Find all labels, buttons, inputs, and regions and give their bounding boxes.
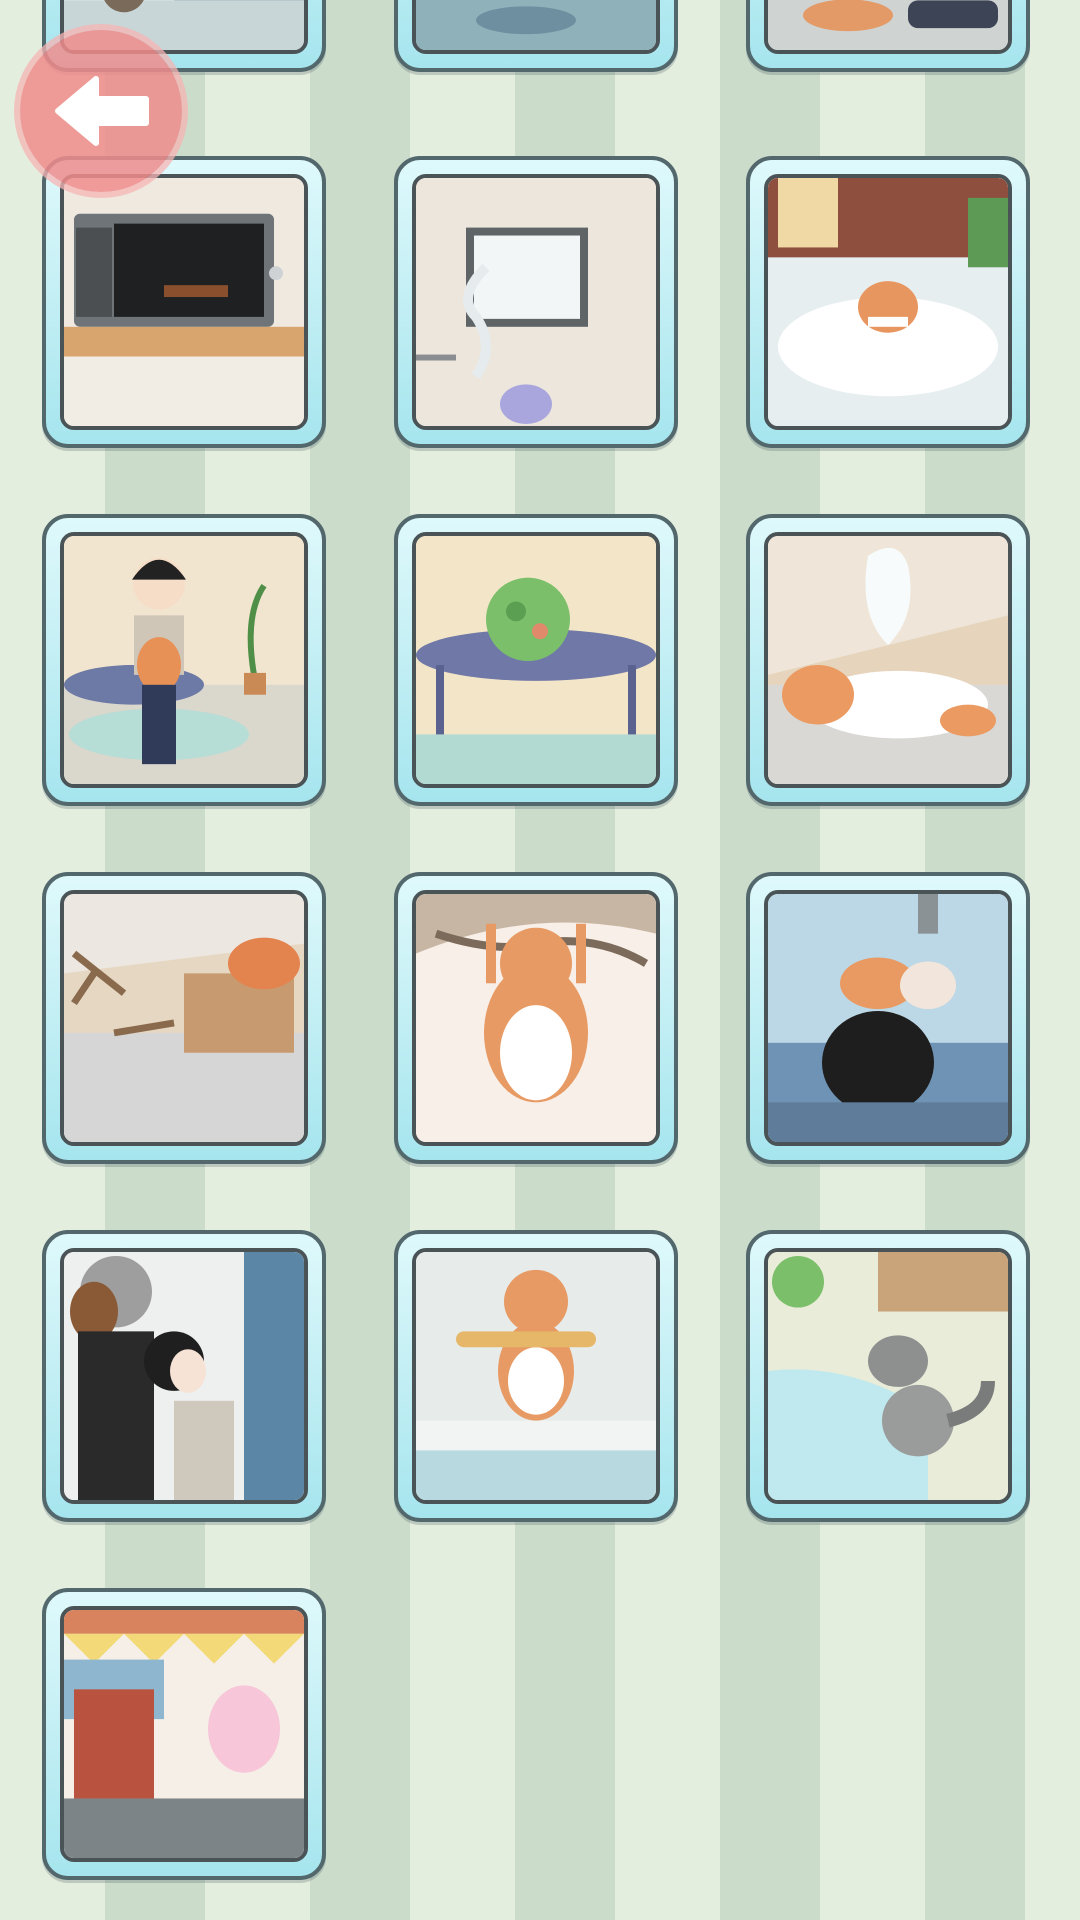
gallery-card[interactable] [394, 872, 678, 1164]
scene-thumbnail [764, 1248, 1012, 1504]
gallery-card[interactable] [746, 1230, 1030, 1522]
gallery-card[interactable] [746, 0, 1030, 72]
gallery-card[interactable] [394, 156, 678, 448]
scene-thumbnail [412, 1248, 660, 1504]
arrow-left-icon [55, 76, 149, 146]
gallery-card[interactable] [42, 1230, 326, 1522]
gallery-card[interactable] [394, 0, 678, 72]
scene-gallery-grid [0, 0, 1080, 1920]
scene-thumbnail [764, 0, 1012, 54]
gallery-card[interactable] [394, 1230, 678, 1522]
gallery-card[interactable] [746, 514, 1030, 806]
scene-thumbnail [764, 174, 1012, 430]
gallery-card[interactable] [42, 872, 326, 1164]
gallery-card[interactable] [746, 872, 1030, 1164]
scene-thumbnail [412, 0, 660, 54]
scene-thumbnail [60, 1606, 308, 1862]
scene-thumbnail [764, 890, 1012, 1146]
scene-thumbnail [60, 174, 308, 430]
scene-thumbnail [412, 532, 660, 788]
scene-thumbnail [412, 890, 660, 1146]
gallery-card[interactable] [42, 156, 326, 448]
scene-thumbnail [764, 532, 1012, 788]
scene-thumbnail [60, 532, 308, 788]
gallery-card[interactable] [42, 1588, 326, 1880]
scene-thumbnail [412, 174, 660, 430]
gallery-card[interactable] [394, 514, 678, 806]
gallery-card[interactable] [746, 156, 1030, 448]
back-button[interactable] [20, 30, 182, 192]
gallery-card[interactable] [42, 514, 326, 806]
scene-thumbnail [60, 890, 308, 1146]
scene-thumbnail [60, 1248, 308, 1504]
